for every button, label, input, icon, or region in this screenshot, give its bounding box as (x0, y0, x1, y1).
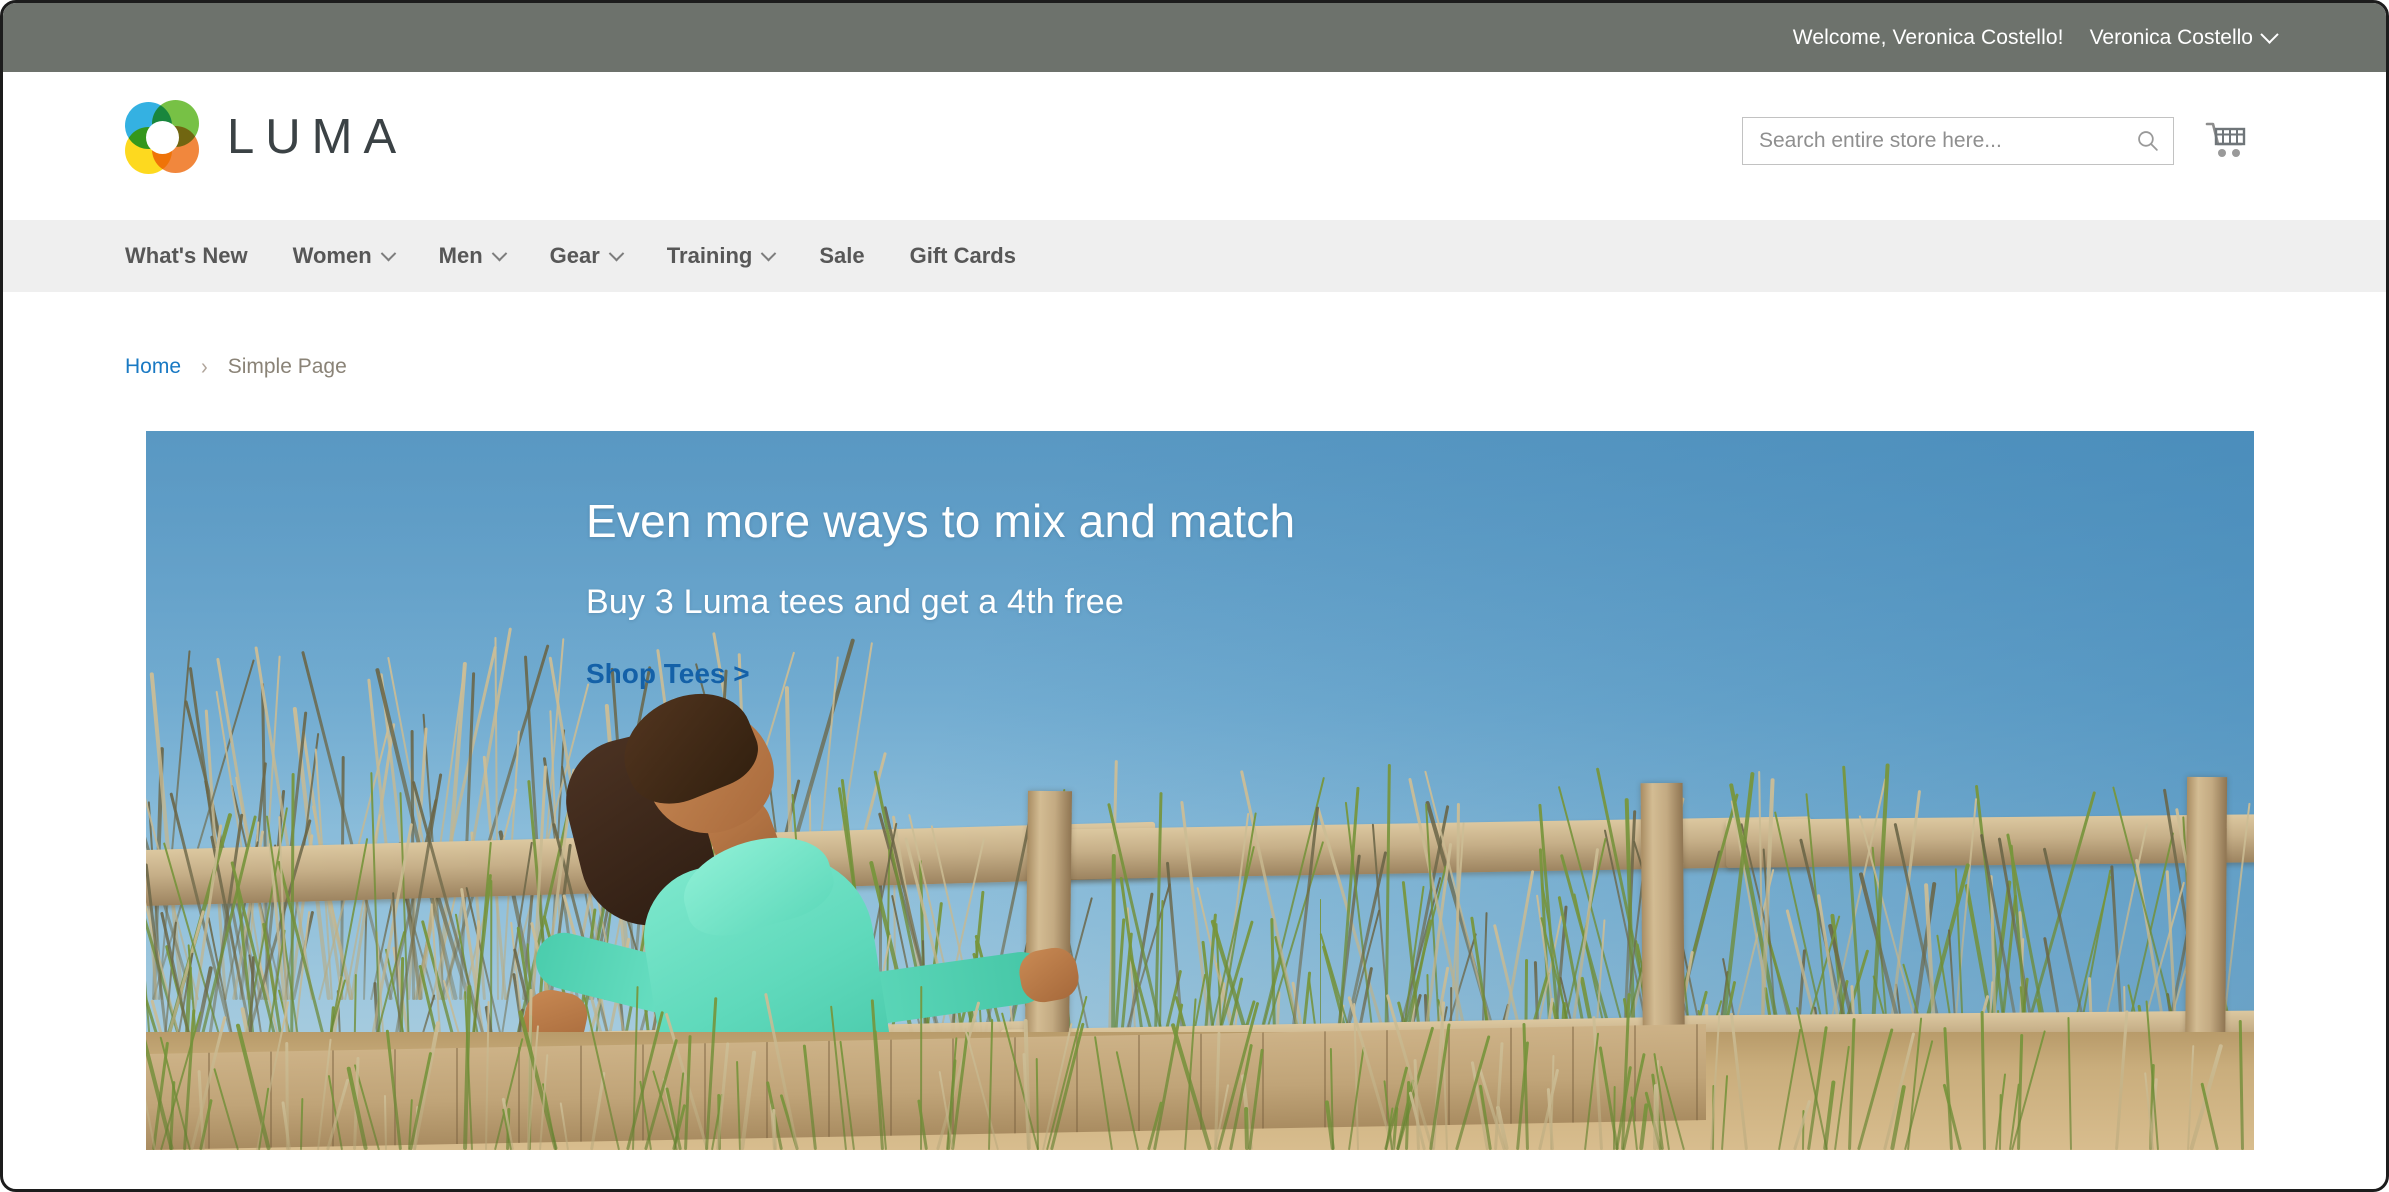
grass-blade (560, 1102, 570, 1150)
nav-label: What's New (125, 243, 248, 268)
breadcrumb-separator-icon: › (201, 353, 208, 380)
breadcrumb: Home › Simple Page (125, 353, 347, 380)
search-input[interactable] (1742, 117, 2174, 165)
grass-blade (325, 1078, 349, 1150)
luma-ring-logo-icon (125, 100, 199, 174)
page-frame: Welcome, Veronica Costello! Veronica Cos… (0, 0, 2389, 1192)
shopping-cart-icon[interactable] (2204, 120, 2248, 162)
nav-item-whats-new[interactable]: What's New (125, 243, 248, 269)
grass-blade (189, 1015, 226, 1150)
grass-blade (182, 1009, 196, 1150)
hero-title: Even more ways to mix and match (586, 495, 1296, 547)
main-navigation: What's New Women Men Gear Training Sale … (3, 220, 2386, 292)
nav-label: Sale (819, 243, 865, 268)
grass-blade (1847, 1018, 1856, 1150)
grass-blade (2199, 1082, 2219, 1150)
customer-menu-toggle[interactable]: Veronica Costello (2089, 25, 2279, 50)
logo-wordmark: LUMA (227, 110, 408, 164)
welcome-message: Welcome, Veronica Costello! (1792, 25, 2064, 49)
top-utility-bar: Welcome, Veronica Costello! Veronica Cos… (3, 3, 2386, 72)
grass-blade (1247, 1048, 1264, 1150)
logo-link[interactable]: LUMA (125, 100, 407, 174)
grass-blade (936, 1001, 981, 1150)
breadcrumb-current-page: Simple Page (227, 355, 347, 378)
search-block (1742, 117, 2174, 165)
grass-blade (1660, 1065, 1685, 1150)
grass-blade (870, 999, 884, 1150)
site-header: LUMA (3, 72, 2386, 220)
logo-center-hole (146, 121, 179, 154)
grass-blade (1152, 1003, 1183, 1150)
nav-label: Gift Cards (909, 243, 1016, 268)
grass-blade (1001, 1012, 1040, 1150)
nav-item-gear[interactable]: Gear (549, 243, 625, 269)
nav-label: Men (438, 243, 483, 268)
chevron-down-icon (491, 245, 507, 261)
panel-links: Welcome, Veronica Costello! Veronica Cos… (1792, 25, 2279, 50)
grass-blade (964, 1028, 999, 1150)
chevron-down-icon (380, 245, 396, 261)
nav-item-gift-cards[interactable]: Gift Cards (910, 243, 1016, 269)
grass-blade (213, 1068, 239, 1150)
nav-item-sale[interactable]: Sale (819, 243, 864, 269)
grass-blade (735, 1061, 741, 1150)
breadcrumb-home-link[interactable]: Home (125, 355, 181, 379)
grass-blade (235, 1023, 271, 1150)
grass-blade (485, 1001, 490, 1150)
grass-blade (2067, 1017, 2072, 1150)
grass-blade (1243, 1106, 1249, 1150)
grass-blade (300, 1097, 303, 1150)
shop-tees-link[interactable]: Shop Tees > (586, 658, 750, 690)
grass-blade (1998, 1093, 2002, 1150)
nav-item-men[interactable]: Men (438, 243, 507, 269)
nav-item-women[interactable]: Women (292, 243, 396, 269)
customer-name-label: Veronica Costello (2089, 25, 2253, 49)
grass-blade (1115, 1051, 1140, 1150)
hero-subtitle: Buy 3 Luma tees and get a 4th free (586, 582, 1124, 621)
grass-blade (1094, 1036, 1113, 1150)
chevron-down-icon (761, 245, 777, 261)
nav-item-training[interactable]: Training (666, 243, 777, 269)
grass-blade (1639, 1103, 1648, 1150)
grass-blade (1980, 1010, 1986, 1150)
grass-blade (1729, 1012, 1749, 1150)
hero-copy: Even more ways to mix and match Buy 3 Lu… (586, 496, 1566, 690)
grass-blade (803, 1044, 818, 1150)
grass-blade (740, 1050, 757, 1150)
chevron-down-icon (2260, 25, 2279, 44)
chevron-down-icon (608, 245, 625, 261)
foreground-dune-grass (146, 980, 2254, 1150)
nav-label: Training (666, 243, 753, 268)
search-icon[interactable] (2135, 128, 2160, 153)
grass-blade (412, 1020, 441, 1150)
grass-blade (583, 996, 621, 1150)
grass-blade (763, 992, 799, 1150)
hero-banner[interactable]: Even more ways to mix and match Buy 3 Lu… (146, 431, 2254, 1150)
grass-blade (1822, 1080, 1836, 1150)
grass-blade (2114, 1010, 2129, 1150)
grass-blade (386, 1029, 403, 1150)
grass-blade (1721, 1075, 1728, 1150)
grass-blade (384, 1094, 387, 1150)
grass-blade (1710, 1012, 1721, 1150)
grass-blade (2238, 1019, 2244, 1150)
nav-label: Women (292, 243, 372, 268)
grass-blade (839, 1040, 855, 1150)
nav-label: Gear (549, 243, 600, 268)
grass-blade (1045, 995, 1088, 1150)
